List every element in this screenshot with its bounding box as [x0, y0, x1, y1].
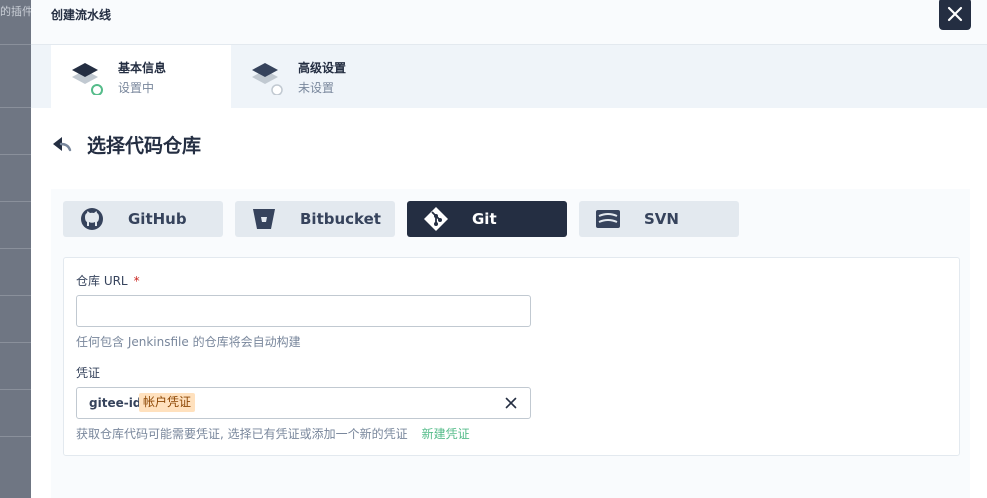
repo-url-label: 仓库 URL * — [76, 274, 140, 288]
step-title: 高级设置 — [298, 61, 347, 75]
required-mark: * — [133, 274, 140, 288]
credential-type-tag: 帐户凭证 — [139, 393, 196, 412]
step-status: 设置中 — [118, 81, 155, 95]
credential-label: 凭证 — [76, 366, 101, 380]
close-icon — [947, 6, 963, 22]
svn-icon — [596, 210, 620, 228]
background-divider — [0, 342, 31, 343]
back-arrow-icon[interactable] — [51, 133, 73, 155]
credential-select[interactable]: gitee-id 帐户凭证 — [76, 387, 531, 419]
source-tab-git[interactable]: Git — [407, 201, 567, 237]
create-pipeline-modal: 创建流水线 基本信息 设置中 高级设置 未设置 选择代码仓库 GitHub Bi… — [31, 0, 987, 498]
background-divider — [0, 44, 31, 45]
step-title: 基本信息 — [118, 61, 167, 75]
background-divider — [0, 201, 31, 202]
git-repo-form: 仓库 URL * 任何包含 Jenkinsfile 的仓库将会自动构建 凭证 gi… — [63, 257, 960, 456]
page-title: 选择代码仓库 — [87, 134, 202, 157]
modal-header: 创建流水线 — [31, 0, 987, 45]
source-tab-label: Git — [472, 210, 497, 228]
layers-icon — [72, 63, 103, 95]
background-divider — [0, 248, 31, 249]
background-divider — [0, 436, 31, 437]
background-divider — [0, 295, 31, 296]
step-advanced-settings[interactable]: 高级设置 未设置 — [231, 45, 411, 108]
repo-url-input[interactable] — [76, 295, 531, 327]
git-icon — [424, 207, 448, 231]
source-tab-github[interactable]: GitHub — [63, 201, 223, 237]
source-tab-label: SVN — [644, 210, 679, 228]
source-tab-svn[interactable]: SVN — [579, 201, 739, 237]
source-tab-bitbucket[interactable]: Bitbucket — [235, 201, 395, 237]
credential-hint: 获取仓库代码可能需要凭证, 选择已有凭证或添加一个新的凭证 新建凭证 — [76, 427, 470, 441]
source-tab-label: GitHub — [128, 210, 187, 228]
background-divider — [0, 107, 31, 108]
step-basic-info[interactable]: 基本信息 设置中 — [51, 45, 231, 108]
bitbucket-icon — [253, 209, 275, 229]
clear-icon[interactable] — [503, 395, 519, 411]
step-status: 未设置 — [298, 81, 335, 95]
layers-icon — [252, 63, 283, 95]
background-page: 的插件 — [0, 0, 31, 498]
credential-value: gitee-id — [89, 396, 142, 410]
close-button[interactable] — [939, 0, 971, 30]
background-divider — [0, 154, 31, 155]
background-text: 的插件 — [0, 5, 31, 18]
github-icon — [81, 208, 103, 230]
page-heading: 选择代码仓库 — [51, 130, 201, 158]
modal-title: 创建流水线 — [51, 8, 112, 22]
repo-source-panel: GitHub Bitbucket Git SVN 仓库 URL * 任何包含 J… — [51, 189, 970, 498]
source-tab-label: Bitbucket — [300, 210, 381, 228]
background-divider — [0, 389, 31, 390]
new-credential-link[interactable]: 新建凭证 — [422, 427, 470, 441]
step-bar: 基本信息 设置中 高级设置 未设置 — [31, 45, 987, 108]
repo-url-hint: 任何包含 Jenkinsfile 的仓库将会自动构建 — [76, 335, 301, 349]
